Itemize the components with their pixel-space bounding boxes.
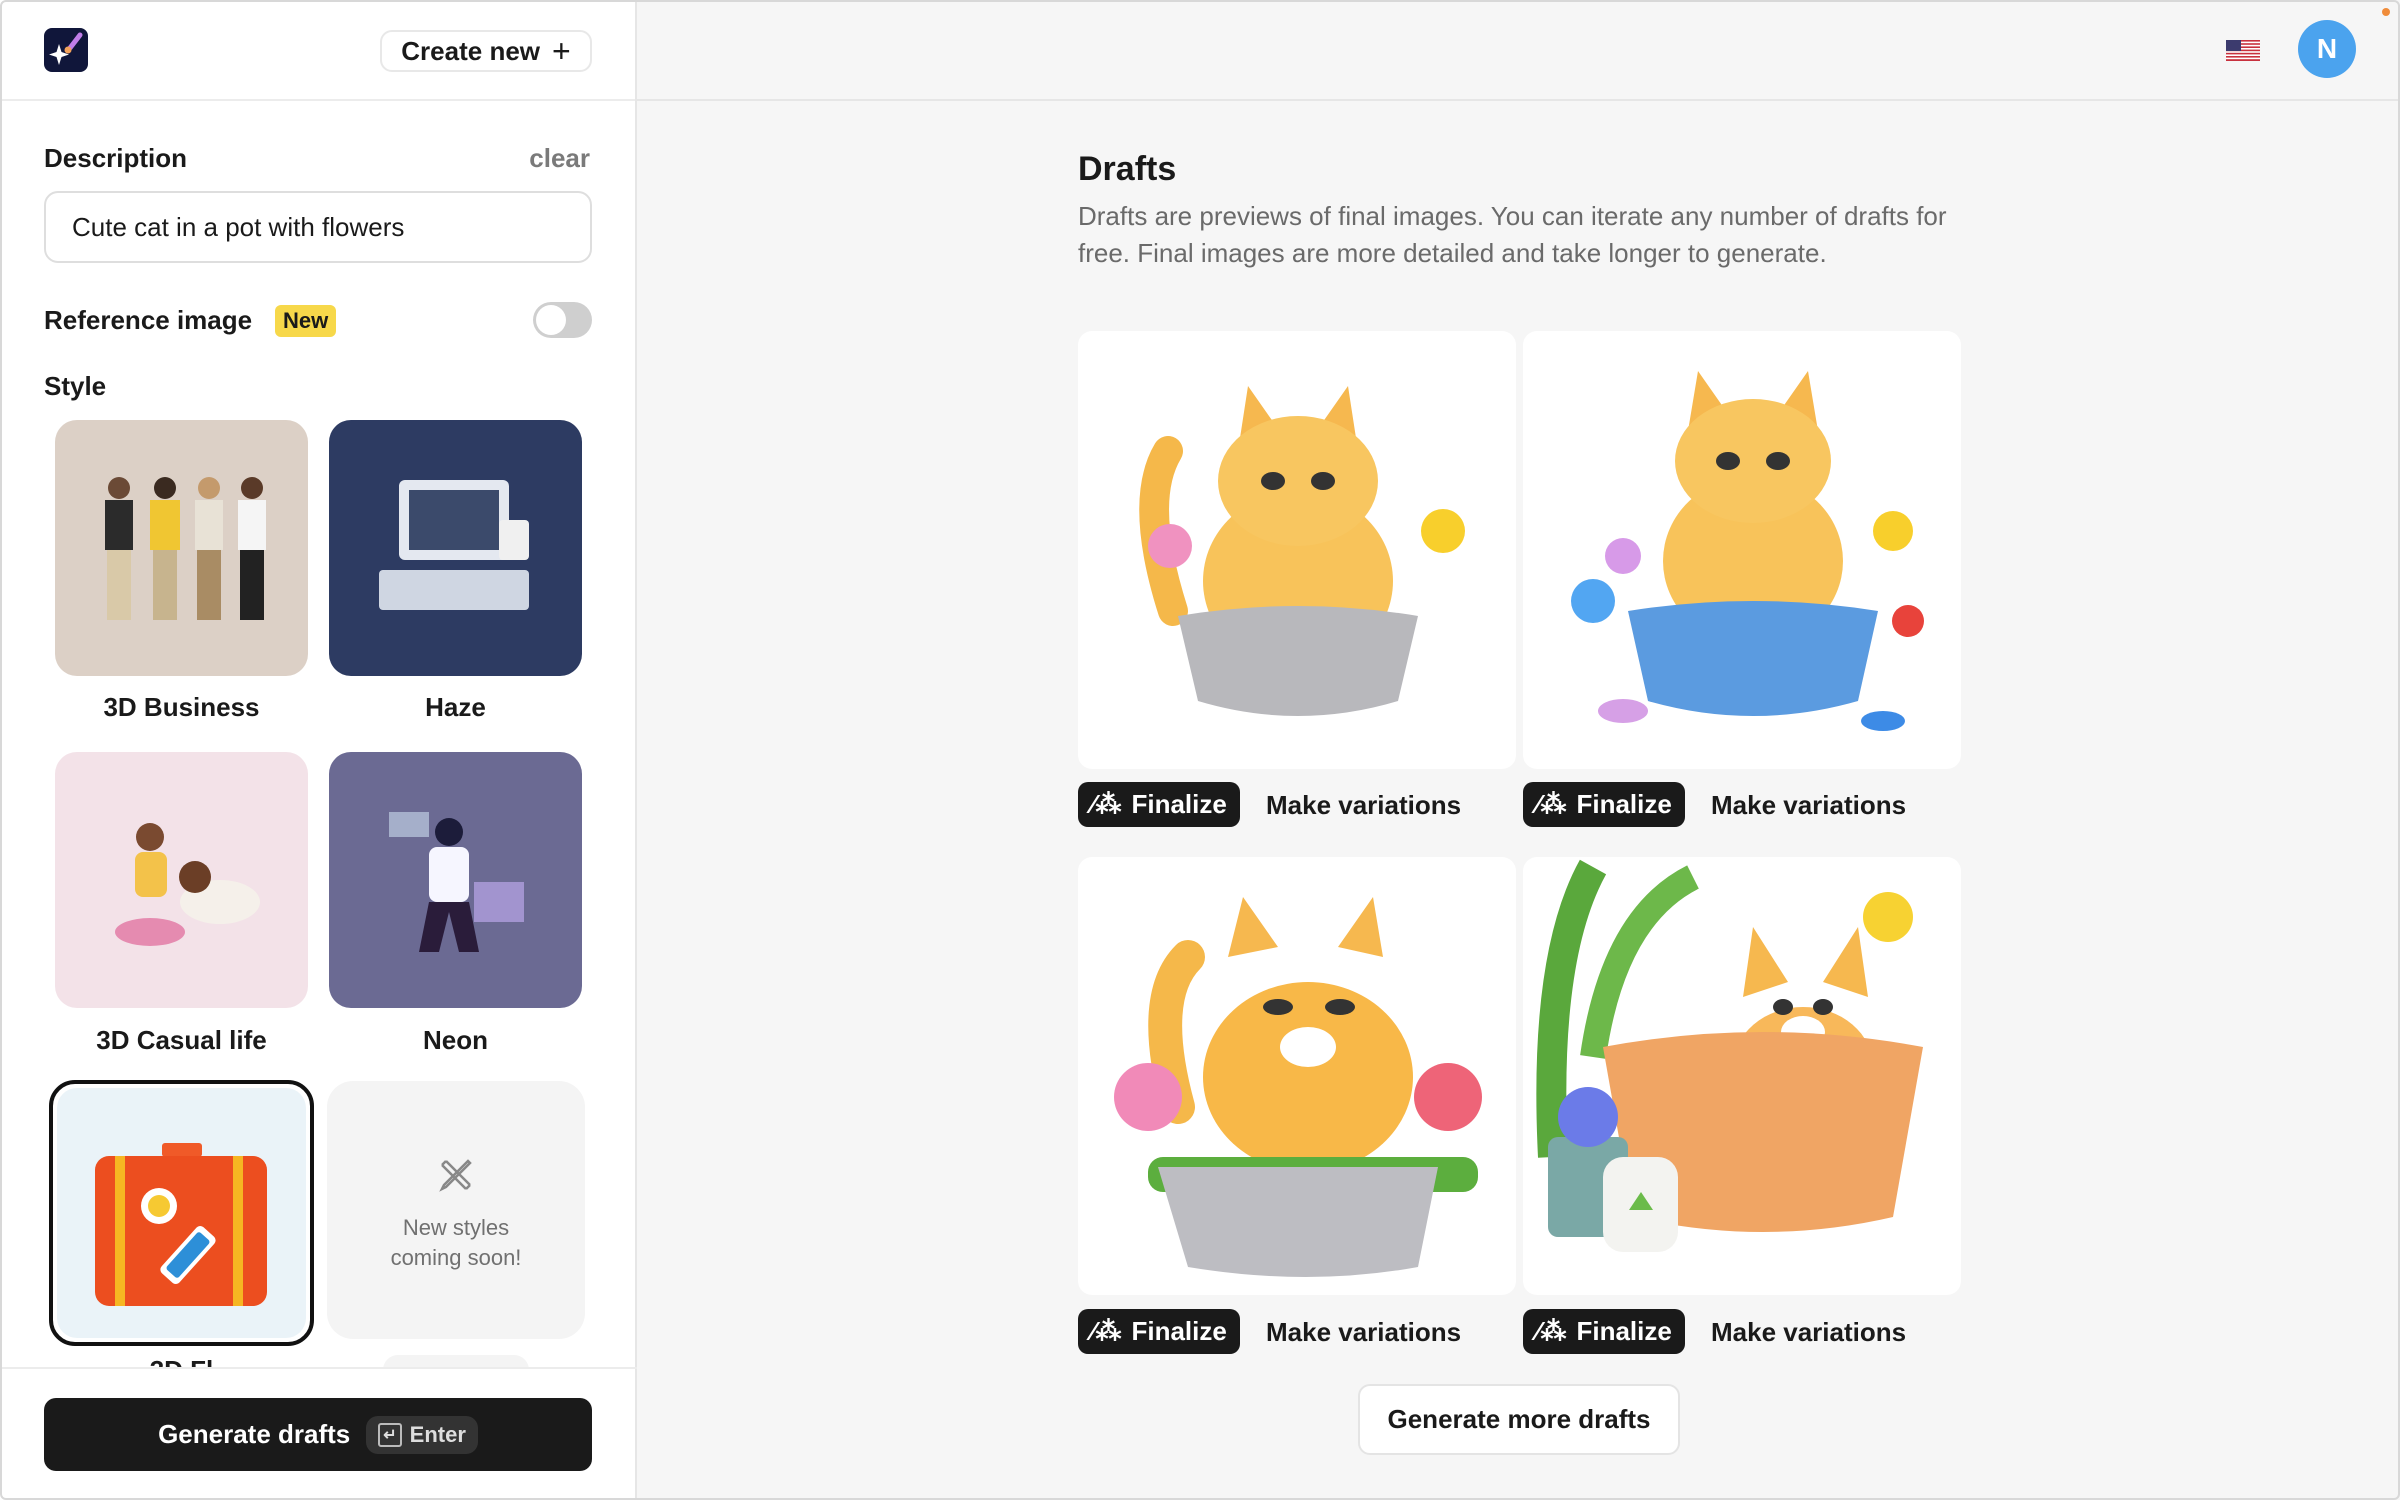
description-input[interactable]: Cute cat in a pot with flowers <box>44 191 592 263</box>
finalize-button[interactable]: ⁄⁂ Finalize <box>1078 782 1240 827</box>
clear-button[interactable]: clear <box>529 143 590 174</box>
sidebar: Create new + Description clear Cute cat … <box>0 0 637 1500</box>
sidebar-header: Create new + <box>0 0 635 101</box>
notification-dot <box>2382 8 2390 16</box>
style-grid: 3D Business Haze 3D Casual life Neon 3D … <box>0 415 637 1367</box>
make-variations-button[interactable]: Make variations <box>1711 790 1906 821</box>
generate-drafts-button[interactable]: Generate drafts ↵ Enter <box>44 1398 592 1471</box>
make-variations-button[interactable]: Make variations <box>1266 1317 1461 1348</box>
magic-wand-icon: ⁄⁂ <box>1091 789 1122 819</box>
neon-person-illustration <box>389 812 524 952</box>
style-3d-business[interactable] <box>55 420 308 676</box>
reference-image-label: Reference image <box>44 305 253 335</box>
enter-key-label: Enter <box>409 1421 466 1447</box>
finalize-button[interactable]: ⁄⁂ Finalize <box>1523 782 1685 827</box>
style-3d-casual-life[interactable] <box>55 752 308 1008</box>
user-avatar[interactable]: N <box>2298 20 2356 78</box>
finalize-label: Finalize <box>1131 1316 1227 1346</box>
style-name: 3D Casual life <box>96 1025 267 1055</box>
woman-dog-illustration <box>115 823 260 946</box>
cat-flowers-image <box>1114 897 1482 1277</box>
finalize-label: Finalize <box>1576 789 1672 819</box>
suitcase-illustration <box>95 1143 267 1306</box>
top-bar <box>637 0 2400 101</box>
pencil-ruler-icon <box>439 1159 472 1192</box>
cat-blue-pot-image <box>1571 371 1924 731</box>
style-name: Haze <box>425 692 486 722</box>
style-name: 3D Fl <box>55 1355 308 1367</box>
generate-more-drafts-button[interactable]: Generate more drafts <box>1358 1384 1680 1455</box>
finalize-button[interactable]: ⁄⁂ Finalize <box>1523 1309 1685 1354</box>
next-tile-partial <box>383 1355 529 1367</box>
cat-grey-pot-image <box>1139 386 1465 716</box>
magic-wand-icon: ⁄⁂ <box>1536 1316 1567 1346</box>
style-neon[interactable] <box>329 752 582 1008</box>
style-haze[interactable] <box>329 420 582 676</box>
reference-image-toggle[interactable] <box>533 302 592 338</box>
draft-image-4[interactable] <box>1523 857 1961 1295</box>
magic-wand-icon: ⁄⁂ <box>1091 1316 1122 1346</box>
style-label: Style <box>44 371 107 401</box>
business-people-illustration <box>105 477 266 620</box>
make-variations-button[interactable]: Make variations <box>1266 790 1461 821</box>
magic-wand-icon: ⁄⁂ <box>1536 789 1567 819</box>
style-3d-fluency-selected[interactable] <box>49 1080 314 1346</box>
plus-icon: + <box>552 32 571 69</box>
create-new-label: Create new <box>401 35 541 66</box>
description-label: Description <box>44 143 188 173</box>
coming-soon-text: New styles coming soon! <box>390 1215 522 1270</box>
enter-key-icon: ↵ <box>378 1422 402 1447</box>
us-flag-icon[interactable] <box>2226 40 2260 61</box>
drafts-description: Drafts are previews of final images. You… <box>1078 201 1947 268</box>
finalize-label: Finalize <box>1576 1316 1672 1346</box>
style-name: 3D Business <box>103 692 260 722</box>
finalize-button[interactable]: ⁄⁂ Finalize <box>1078 1309 1240 1354</box>
generate-drafts-label: Generate drafts <box>158 1419 351 1449</box>
cat-orange-pot-image <box>1536 859 1923 1252</box>
finalize-label: Finalize <box>1131 789 1227 819</box>
style-name: Neon <box>423 1025 488 1055</box>
make-variations-button[interactable]: Make variations <box>1711 1317 1906 1348</box>
computer-illustration <box>379 480 529 610</box>
draft-image-2[interactable] <box>1523 331 1961 769</box>
draft-image-3[interactable] <box>1078 857 1516 1295</box>
new-badge: New <box>275 305 337 337</box>
app-logo-icon[interactable] <box>44 28 88 72</box>
draft-image-1[interactable] <box>1078 331 1516 769</box>
create-new-button[interactable]: Create new + <box>380 30 592 72</box>
coming-soon-tile: New styles coming soon! <box>327 1081 585 1339</box>
page-title: Drafts <box>1078 150 1177 188</box>
enter-shortcut: ↵ Enter <box>366 1415 478 1454</box>
